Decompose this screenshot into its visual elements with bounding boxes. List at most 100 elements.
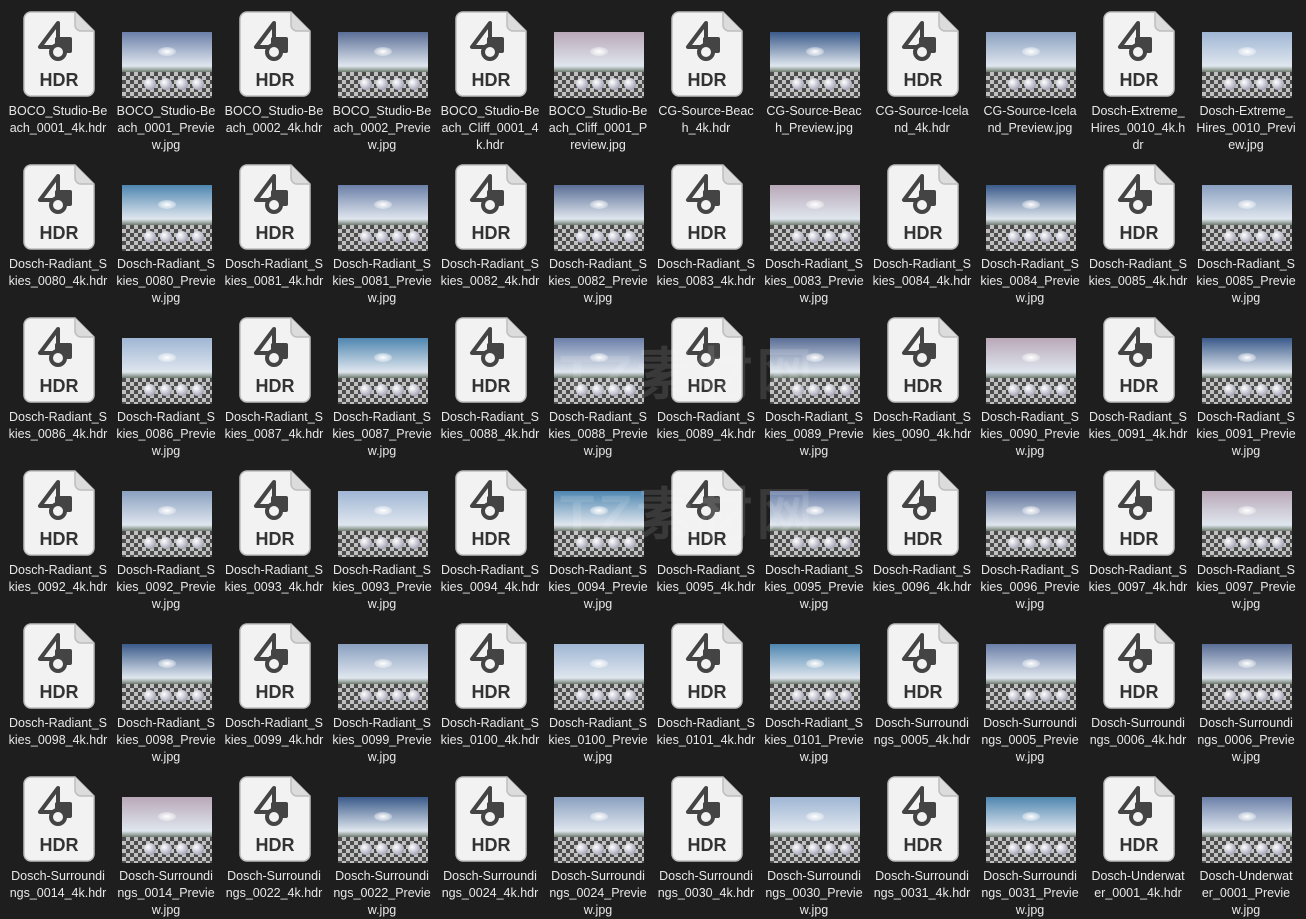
file-item[interactable]: HDR Dosch-Radiant_Skies_0082_4k.hdr (436, 153, 544, 306)
file-item[interactable]: Dosch-Extreme_Hires_0010_Preview.jpg (1192, 0, 1300, 153)
file-name: Dosch-Radiant_Skies_0091_Preview.jpg (1196, 410, 1296, 458)
file-item[interactable]: HDR Dosch-Surroundings_0030_4k.hdr (652, 765, 760, 918)
file-item[interactable]: HDR Dosch-Radiant_Skies_0084_4k.hdr (868, 153, 976, 306)
file-item[interactable]: HDR Dosch-Surroundings_0031_4k.hdr (868, 765, 976, 918)
file-name: Dosch-Radiant_Skies_0098_4k.hdr (8, 716, 108, 747)
preview-thumbnail (1202, 338, 1292, 404)
file-item[interactable]: HDR CG-Source-Iceland_4k.hdr (868, 0, 976, 153)
file-item[interactable]: Dosch-Radiant_Skies_0095_Preview.jpg (760, 459, 868, 612)
file-item[interactable]: HDR Dosch-Radiant_Skies_0089_4k.hdr (652, 306, 760, 459)
file-item[interactable]: Dosch-Radiant_Skies_0098_Preview.jpg (112, 612, 220, 765)
file-name: Dosch-Radiant_Skies_0097_4k.hdr (1088, 563, 1188, 594)
file-item[interactable]: HDR Dosch-Surroundings_0024_4k.hdr (436, 765, 544, 918)
file-item[interactable]: HDR Dosch-Radiant_Skies_0080_4k.hdr (4, 153, 112, 306)
file-item[interactable]: Dosch-Surroundings_0024_Preview.jpg (544, 765, 652, 918)
file-name: BOCO_Studio-Beach_0002_4k.hdr (224, 104, 324, 135)
hdr-file-icon: HDR (455, 470, 527, 556)
file-item[interactable]: HDR Dosch-Radiant_Skies_0083_4k.hdr (652, 153, 760, 306)
file-item[interactable]: HDR Dosch-Radiant_Skies_0095_4k.hdr (652, 459, 760, 612)
hdr-icon-label: HDR (904, 529, 943, 549)
file-item[interactable]: Dosch-Radiant_Skies_0097_Preview.jpg (1192, 459, 1300, 612)
file-item[interactable]: Dosch-Radiant_Skies_0083_Preview.jpg (760, 153, 868, 306)
file-item[interactable]: HDR Dosch-Radiant_Skies_0100_4k.hdr (436, 612, 544, 765)
file-item[interactable]: Dosch-Radiant_Skies_0100_Preview.jpg (544, 612, 652, 765)
file-item[interactable]: HDR Dosch-Radiant_Skies_0086_4k.hdr (4, 306, 112, 459)
file-item[interactable]: Dosch-Radiant_Skies_0099_Preview.jpg (328, 612, 436, 765)
hdr-icon-label: HDR (256, 376, 295, 396)
file-item[interactable]: HDR Dosch-Radiant_Skies_0087_4k.hdr (220, 306, 328, 459)
file-item[interactable]: BOCO_Studio-Beach_0001_Preview.jpg (112, 0, 220, 153)
file-item[interactable]: HDR BOCO_Studio-Beach_Cliff_0001_4k.hdr (436, 0, 544, 153)
file-item[interactable]: Dosch-Radiant_Skies_0084_Preview.jpg (976, 153, 1084, 306)
preview-thumbnail (986, 185, 1076, 251)
file-item[interactable]: Dosch-Radiant_Skies_0089_Preview.jpg (760, 306, 868, 459)
file-item[interactable]: HDR BOCO_Studio-Beach_0002_4k.hdr (220, 0, 328, 153)
file-item[interactable]: HDR Dosch-Extreme_Hires_0010_4k.hdr (1084, 0, 1192, 153)
file-item[interactable]: Dosch-Radiant_Skies_0101_Preview.jpg (760, 612, 868, 765)
preview-thumbnail (122, 644, 212, 710)
file-item[interactable]: Dosch-Radiant_Skies_0080_Preview.jpg (112, 153, 220, 306)
file-item[interactable]: HDR Dosch-Surroundings_0005_4k.hdr (868, 612, 976, 765)
file-item[interactable]: HDR Dosch-Radiant_Skies_0099_4k.hdr (220, 612, 328, 765)
preview-thumbnail (770, 797, 860, 863)
file-item[interactable]: HDR Dosch-Radiant_Skies_0085_4k.hdr (1084, 153, 1192, 306)
file-item[interactable]: Dosch-Radiant_Skies_0094_Preview.jpg (544, 459, 652, 612)
file-name: Dosch-Radiant_Skies_0085_4k.hdr (1088, 257, 1188, 288)
file-name: Dosch-Radiant_Skies_0101_4k.hdr (656, 716, 756, 747)
file-item[interactable]: Dosch-Radiant_Skies_0096_Preview.jpg (976, 459, 1084, 612)
preview-thumbnail (1202, 185, 1292, 251)
file-item[interactable]: Dosch-Radiant_Skies_0081_Preview.jpg (328, 153, 436, 306)
file-item[interactable]: HDR Dosch-Radiant_Skies_0094_4k.hdr (436, 459, 544, 612)
file-item[interactable]: Dosch-Surroundings_0031_Preview.jpg (976, 765, 1084, 918)
file-item[interactable]: Dosch-Surroundings_0005_Preview.jpg (976, 612, 1084, 765)
file-name: Dosch-Surroundings_0022_Preview.jpg (333, 869, 431, 917)
file-item[interactable]: Dosch-Radiant_Skies_0092_Preview.jpg (112, 459, 220, 612)
file-item[interactable]: HDR Dosch-Radiant_Skies_0090_4k.hdr (868, 306, 976, 459)
file-item[interactable]: Dosch-Radiant_Skies_0090_Preview.jpg (976, 306, 1084, 459)
hdr-file-icon: HDR (671, 776, 743, 862)
file-name: Dosch-Radiant_Skies_0098_Preview.jpg (116, 716, 216, 764)
file-item[interactable]: BOCO_Studio-Beach_Cliff_0001_Preview.jpg (544, 0, 652, 153)
file-item[interactable]: BOCO_Studio-Beach_0002_Preview.jpg (328, 0, 436, 153)
preview-thumbnail (986, 644, 1076, 710)
file-item[interactable]: HDR Dosch-Radiant_Skies_0091_4k.hdr (1084, 306, 1192, 459)
file-item[interactable]: HDR Dosch-Radiant_Skies_0097_4k.hdr (1084, 459, 1192, 612)
file-name: Dosch-Surroundings_0031_Preview.jpg (981, 869, 1079, 917)
file-item[interactable]: Dosch-Radiant_Skies_0093_Preview.jpg (328, 459, 436, 612)
file-item[interactable]: HDR Dosch-Radiant_Skies_0093_4k.hdr (220, 459, 328, 612)
file-item[interactable]: HDR BOCO_Studio-Beach_0001_4k.hdr (4, 0, 112, 153)
file-name: Dosch-Surroundings_0030_Preview.jpg (765, 869, 863, 917)
preview-thumbnail (338, 797, 428, 863)
file-item[interactable]: Dosch-Radiant_Skies_0088_Preview.jpg (544, 306, 652, 459)
file-item[interactable]: HDR Dosch-Radiant_Skies_0098_4k.hdr (4, 612, 112, 765)
preview-thumbnail (338, 185, 428, 251)
file-item[interactable]: HDR Dosch-Radiant_Skies_0088_4k.hdr (436, 306, 544, 459)
file-item[interactable]: HDR Dosch-Radiant_Skies_0081_4k.hdr (220, 153, 328, 306)
file-item[interactable]: Dosch-Underwater_0001_Preview.jpg (1192, 765, 1300, 918)
file-item[interactable]: HDR Dosch-Radiant_Skies_0096_4k.hdr (868, 459, 976, 612)
file-grid: HDR BOCO_Studio-Beach_0001_4k.hdr BOCO_Stu… (4, 0, 1300, 918)
file-item[interactable]: Dosch-Radiant_Skies_0091_Preview.jpg (1192, 306, 1300, 459)
file-item[interactable]: Dosch-Radiant_Skies_0085_Preview.jpg (1192, 153, 1300, 306)
file-item[interactable]: HDR Dosch-Radiant_Skies_0092_4k.hdr (4, 459, 112, 612)
file-item[interactable]: Dosch-Radiant_Skies_0086_Preview.jpg (112, 306, 220, 459)
file-name: Dosch-Radiant_Skies_0101_Preview.jpg (764, 716, 864, 764)
file-item[interactable]: Dosch-Surroundings_0014_Preview.jpg (112, 765, 220, 918)
file-item[interactable]: HDR Dosch-Radiant_Skies_0101_4k.hdr (652, 612, 760, 765)
hdr-file-icon: HDR (239, 470, 311, 556)
file-item[interactable]: HDR Dosch-Surroundings_0014_4k.hdr (4, 765, 112, 918)
file-item[interactable]: Dosch-Surroundings_0006_Preview.jpg (1192, 612, 1300, 765)
file-item[interactable]: Dosch-Radiant_Skies_0082_Preview.jpg (544, 153, 652, 306)
hdr-icon-label: HDR (688, 682, 727, 702)
hdr-file-icon: HDR (671, 164, 743, 250)
file-item[interactable]: Dosch-Surroundings_0030_Preview.jpg (760, 765, 868, 918)
file-item[interactable]: HDR CG-Source-Beach_4k.hdr (652, 0, 760, 153)
file-item[interactable]: HDR Dosch-Surroundings_0022_4k.hdr (220, 765, 328, 918)
file-item[interactable]: HDR Dosch-Surroundings_0006_4k.hdr (1084, 612, 1192, 765)
file-item[interactable]: HDR Dosch-Underwater_0001_4k.hdr (1084, 765, 1192, 918)
file-name: Dosch-Radiant_Skies_0090_Preview.jpg (980, 410, 1080, 458)
file-item[interactable]: Dosch-Surroundings_0022_Preview.jpg (328, 765, 436, 918)
file-item[interactable]: Dosch-Radiant_Skies_0087_Preview.jpg (328, 306, 436, 459)
file-item[interactable]: CG-Source-Beach_Preview.jpg (760, 0, 868, 153)
file-item[interactable]: CG-Source-Iceland_Preview.jpg (976, 0, 1084, 153)
